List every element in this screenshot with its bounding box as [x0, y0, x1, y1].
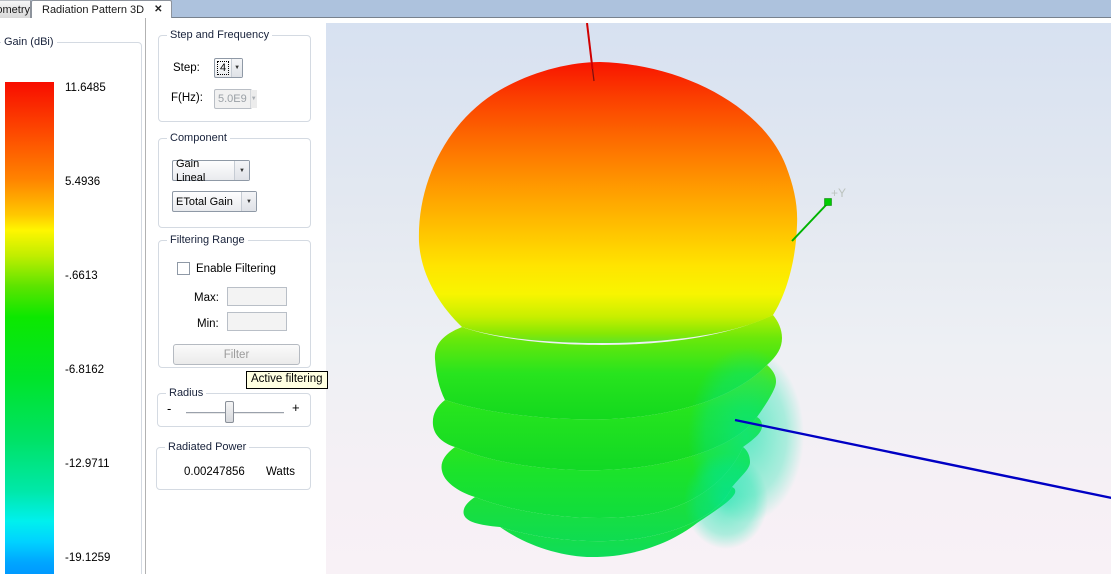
- freq-value: 5.0E9: [215, 92, 250, 106]
- max-input[interactable]: [227, 287, 287, 306]
- radius-plus-label: +: [292, 400, 300, 415]
- filtering-range-groupbox: Filtering Range Enable Filtering Max: Mi…: [158, 240, 311, 368]
- component-type-dropdown[interactable]: Gain Lineal ▼: [172, 160, 250, 181]
- component-field-value: ETotal Gain: [173, 195, 241, 209]
- min-input[interactable]: [227, 312, 287, 331]
- viewport-3d[interactable]: +Y: [326, 23, 1111, 574]
- min-label: Min:: [197, 318, 219, 330]
- radius-title: Radius: [166, 387, 206, 400]
- radiated-power-unit: Watts: [266, 466, 295, 478]
- gain-tick: -.6613: [65, 270, 135, 282]
- radiation-pattern-plot: +Y: [326, 23, 1111, 574]
- component-groupbox: Component Gain Lineal ▼ ETotal Gain ▼: [158, 138, 311, 228]
- tab-geometry[interactable]: ometry: [0, 0, 31, 18]
- chevron-down-icon[interactable]: ▼: [241, 192, 256, 211]
- max-label: Max:: [194, 292, 219, 304]
- step-frequency-groupbox: Step and Frequency Step: 4 ▼ F(Hz): 5.0E…: [158, 35, 311, 122]
- radius-slider-thumb[interactable]: [225, 401, 234, 423]
- gain-groupbox: Gain (dBi) 11.6485 5.4936 -.6613 -6.8162…: [0, 42, 142, 574]
- y-axis: [792, 204, 827, 241]
- chevron-down-icon: ▼: [250, 90, 257, 108]
- tab-radiation-pattern-3d[interactable]: Radiation Pattern 3D ✕: [31, 0, 172, 18]
- frequency-dropdown[interactable]: 5.0E9 ▼: [214, 89, 252, 109]
- freq-label: F(Hz):: [171, 92, 203, 104]
- component-type-value: Gain Lineal: [173, 157, 234, 185]
- y-axis-label: +Y: [831, 186, 846, 200]
- step-dropdown[interactable]: 4 ▼: [214, 58, 243, 78]
- z-axis: [587, 23, 593, 69]
- radiated-power-value: 0.00247856: [184, 466, 245, 478]
- chevron-down-icon[interactable]: ▼: [234, 161, 249, 180]
- step-label: Step:: [173, 62, 200, 74]
- gain-title: Gain (dBi): [1, 36, 57, 49]
- radius-slider-track[interactable]: [186, 412, 284, 414]
- step-frequency-title: Step and Frequency: [167, 29, 272, 42]
- filtering-range-title: Filtering Range: [167, 234, 248, 247]
- chevron-down-icon[interactable]: ▼: [231, 59, 242, 77]
- component-title: Component: [167, 132, 230, 145]
- gain-tick: 5.4936: [65, 176, 135, 188]
- gain-colorbar: [5, 82, 54, 574]
- gain-tick: -19.1259: [65, 552, 135, 564]
- controls-panel: Step and Frequency Step: 4 ▼ F(Hz): 5.0E…: [146, 18, 326, 574]
- gain-legend-panel: Gain (dBi) 11.6485 5.4936 -.6613 -6.8162…: [0, 18, 146, 574]
- radiated-power-title: Radiated Power: [165, 441, 249, 454]
- gain-tick: 11.6485: [65, 82, 135, 94]
- gain-tick: -6.8162: [65, 364, 135, 376]
- component-field-dropdown[interactable]: ETotal Gain ▼: [172, 191, 257, 212]
- enable-filtering-checkbox[interactable]: [177, 262, 190, 275]
- radius-groupbox: Radius - +: [157, 393, 311, 427]
- step-value: 4: [218, 62, 228, 74]
- radiation-lobes: [419, 62, 804, 557]
- radius-minus-label: -: [167, 401, 171, 416]
- gain-tick: -12.9711: [65, 458, 135, 470]
- radiated-power-groupbox: Radiated Power 0.00247856 Watts: [156, 447, 311, 490]
- close-icon[interactable]: ✕: [154, 5, 162, 15]
- active-filtering-tooltip: Active filtering: [246, 371, 328, 389]
- tab-bar: ometry Radiation Pattern 3D ✕: [0, 0, 1111, 18]
- tab-geometry-label: ometry: [0, 4, 30, 16]
- tab-radiation-label: Radiation Pattern 3D: [42, 4, 144, 16]
- filter-button[interactable]: Filter: [173, 344, 300, 365]
- enable-filtering-label: Enable Filtering: [196, 263, 276, 275]
